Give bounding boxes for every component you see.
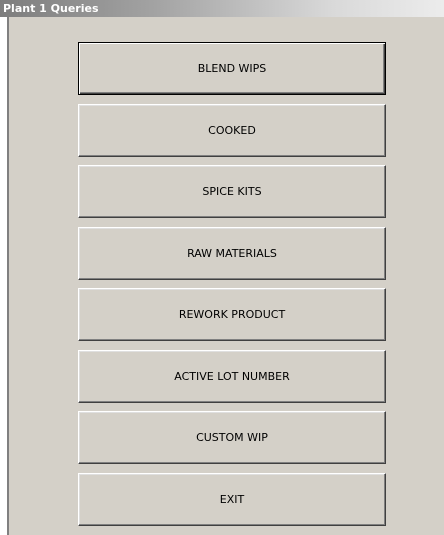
custom-wip-button[interactable]: CUSTOM WIP bbox=[78, 411, 386, 464]
window-title: Plant 1 Queries bbox=[3, 2, 99, 15]
plant-1-queries-window: Plant 1 Queries BLEND WIPS COOKED SPICE … bbox=[0, 0, 444, 535]
blend-wips-button[interactable]: BLEND WIPS bbox=[78, 42, 386, 95]
cooked-button[interactable]: COOKED bbox=[78, 104, 386, 157]
spice-kits-button[interactable]: SPICE KITS bbox=[78, 165, 386, 218]
title-bar[interactable]: Plant 1 Queries bbox=[0, 0, 444, 17]
active-lot-number-button[interactable]: ACTIVE LOT NUMBER bbox=[78, 350, 386, 403]
raw-materials-button[interactable]: RAW MATERIALS bbox=[78, 227, 386, 280]
exit-button[interactable]: EXIT bbox=[78, 473, 386, 526]
rework-product-button[interactable]: REWORK PRODUCT bbox=[78, 288, 386, 341]
